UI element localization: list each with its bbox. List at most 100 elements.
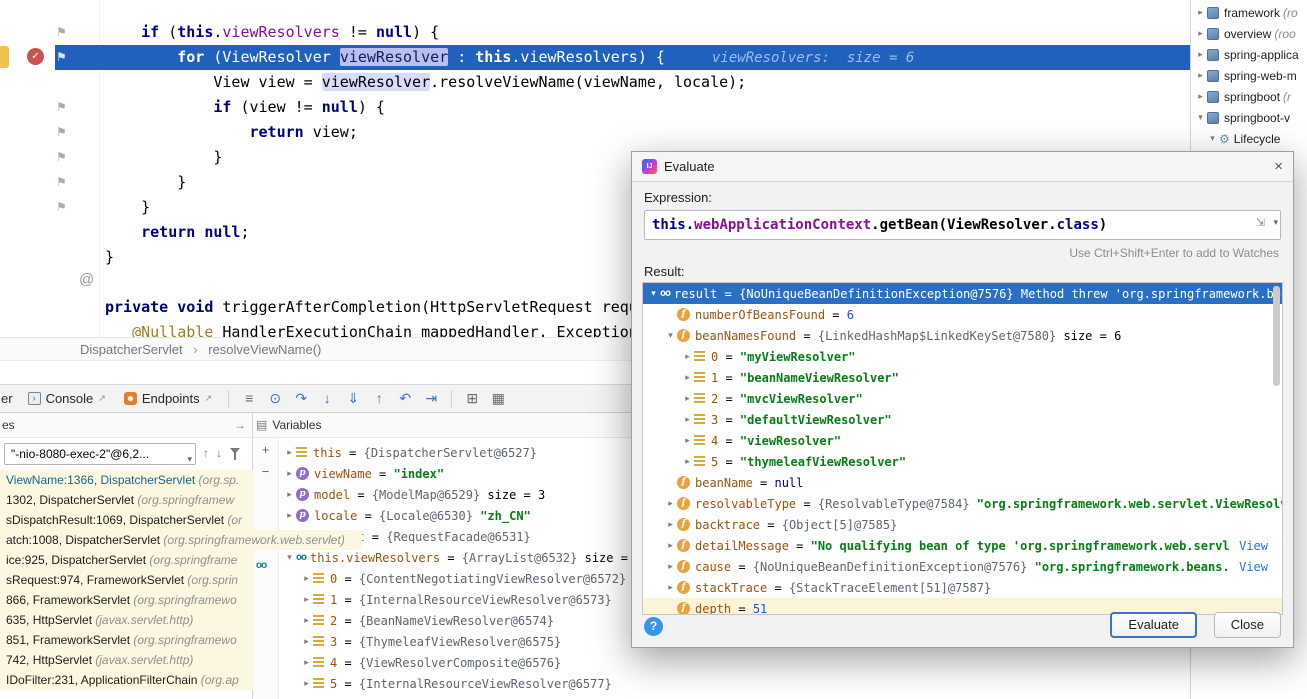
expand-chevron-icon[interactable]: ▸ — [681, 351, 694, 362]
run-to-cursor-icon[interactable]: ⇥ — [418, 390, 444, 407]
expand-chevron-icon[interactable]: ▸ — [1194, 28, 1207, 39]
stack-frame[interactable]: sDispatchResult:1069, DispatcherServlet … — [0, 510, 253, 530]
expand-chevron-icon[interactable]: ▾ — [647, 288, 660, 299]
result-tree-row[interactable]: fbeanName = null — [643, 472, 1282, 493]
maven-item[interactable]: ▸spring-web-m — [1191, 65, 1307, 86]
stack-frame[interactable]: ice:925, DispatcherServlet (org.springfr… — [0, 550, 253, 570]
expand-chevron-icon[interactable]: ▸ — [681, 372, 694, 383]
filter-frames-icon[interactable] — [229, 447, 241, 459]
expand-chevron-icon[interactable]: ▸ — [664, 540, 677, 551]
hide-panel-icon[interactable]: → — [234, 418, 246, 432]
close-icon[interactable]: × — [1274, 158, 1283, 175]
expand-chevron-icon[interactable]: ▸ — [664, 498, 677, 509]
layout-settings-icon[interactable]: ▦ — [485, 390, 511, 407]
expand-chevron-icon[interactable]: ▸ — [681, 435, 694, 446]
thread-dropdown[interactable]: "-nio-8080-exec-2"@6,2... ▾ — [4, 443, 196, 465]
previous-frame-icon[interactable]: ↑ — [203, 446, 209, 460]
expand-chevron-icon[interactable]: ▾ — [1194, 112, 1207, 123]
help-icon[interactable]: ? — [644, 617, 663, 636]
result-tree-row[interactable]: ▸fdetailMessage = "No qualifying bean of… — [643, 535, 1282, 556]
expand-chevron-icon[interactable]: ▸ — [681, 414, 694, 425]
expand-chevron-icon[interactable]: ▸ — [300, 594, 313, 605]
breakpoint-icon[interactable]: ✓ — [27, 48, 44, 65]
result-tree-row[interactable]: ▸fstackTrace = {StackTraceElement[51]@75… — [643, 577, 1282, 598]
show-execution-point-icon[interactable]: ⊙ — [262, 390, 288, 407]
result-tree-row[interactable]: ▾ooresult = {NoUniqueBeanDefinitionExcep… — [643, 283, 1282, 304]
step-out-icon[interactable]: ↑ — [366, 390, 392, 406]
expand-chevron-icon[interactable]: ▸ — [664, 582, 677, 593]
result-tree-row[interactable]: ▸fcause = {NoUniqueBeanDefinitionExcepti… — [643, 556, 1282, 577]
scrollbar[interactable] — [1273, 286, 1280, 386]
chevron-down-icon[interactable]: ▾ — [1273, 217, 1278, 228]
stack-frame[interactable]: 742, HttpServlet (javax.servlet.http) — [0, 650, 253, 670]
evaluate-button[interactable]: Evaluate — [1110, 612, 1197, 638]
expand-chevron-icon[interactable]: ▸ — [1194, 7, 1207, 18]
code-line[interactable]: return view; — [0, 120, 1190, 145]
bookmark-flag-icon[interactable]: ⚑ — [56, 99, 67, 115]
expand-chevron-icon[interactable]: ▸ — [664, 519, 677, 530]
maven-item[interactable]: ▾⚙Lifecycle — [1191, 128, 1307, 149]
result-tree-row[interactable]: fnumberOfBeansFound = 6 — [643, 304, 1282, 325]
bookmark-flag-icon[interactable]: ⚑ — [56, 199, 67, 215]
tab-debugger-cut[interactable]: er — [1, 391, 13, 406]
tab-console[interactable]: › Console ↗ — [19, 385, 115, 412]
dialog-titlebar[interactable]: IJ Evaluate × — [632, 152, 1293, 182]
code-line[interactable]: if (this.viewResolvers != null) { — [0, 20, 1190, 45]
code-line[interactable]: if (view != null) { — [0, 95, 1190, 120]
bookmark-flag-icon[interactable]: ⚑ — [56, 174, 67, 190]
expand-chevron-icon[interactable]: ▸ — [283, 447, 296, 458]
maven-item[interactable]: ▸springboot(r — [1191, 86, 1307, 107]
expand-chevron-icon[interactable]: ▸ — [681, 393, 694, 404]
expand-chevron-icon[interactable]: ▸ — [300, 657, 313, 668]
close-button[interactable]: Close — [1214, 612, 1281, 638]
expand-chevron-icon[interactable]: ▸ — [664, 561, 677, 572]
tab-endpoints[interactable]: Endpoints ↗ — [115, 385, 221, 412]
stack-frame[interactable]: 866, FrameworkServlet (org.springframewo — [0, 590, 253, 610]
expand-chevron-icon[interactable]: ▸ — [300, 615, 313, 626]
result-tree-row[interactable]: ▸4 = "viewResolver" — [643, 430, 1282, 451]
expand-chevron-icon[interactable]: ▸ — [300, 678, 313, 689]
view-options-icon[interactable]: ≡ — [236, 390, 262, 406]
result-tree-row[interactable]: ▸3 = "defaultViewResolver" — [643, 409, 1282, 430]
breadcrumb-item-class[interactable]: DispatcherServlet — [80, 342, 183, 357]
stack-frame[interactable]: IDoFilter:231, ApplicationFilterChain (o… — [0, 670, 253, 690]
view-link[interactable]: View — [1229, 560, 1282, 574]
expression-input[interactable]: this.webApplicationContext.getBean(ViewR… — [644, 210, 1281, 240]
stack-frame[interactable]: 635, HttpServlet (javax.servlet.http) — [0, 610, 253, 630]
expand-chevron-icon[interactable]: ▾ — [1206, 133, 1219, 144]
maven-item[interactable]: ▸framework(ro — [1191, 2, 1307, 23]
breadcrumb-item-method[interactable]: resolveViewName() — [208, 342, 321, 357]
expand-chevron-icon[interactable]: ▸ — [1194, 70, 1207, 81]
execution-bookmark-icon[interactable]: ⚑ — [56, 49, 67, 65]
view-as-table-icon[interactable]: ⊞ — [459, 390, 485, 407]
expand-chevron-icon[interactable]: ▾ — [283, 552, 296, 563]
bookmark-flag-icon[interactable]: ⚑ — [56, 124, 67, 140]
bookmark-flag-icon[interactable]: ⚑ — [56, 149, 67, 165]
expand-chevron-icon[interactable]: ▸ — [681, 456, 694, 467]
variable-row[interactable]: ▸5 = {InternalResourceViewResolver@6577} — [279, 673, 1190, 694]
result-tree-row[interactable]: ▸fresolvableType = {ResolvableType@7584}… — [643, 493, 1282, 514]
step-into-icon[interactable]: ↓ — [314, 390, 340, 406]
expand-chevron-icon[interactable]: ▸ — [283, 489, 296, 500]
expand-chevron-icon[interactable]: ▸ — [283, 468, 296, 479]
stack-frame[interactable]: ViewName:1366, DispatcherServlet (org.sp… — [0, 470, 253, 490]
execution-line[interactable]: for (ViewResolver viewResolver : this.vi… — [55, 45, 1190, 70]
drop-frame-icon[interactable]: ↶ — [392, 390, 418, 407]
result-tree-row[interactable]: ▸5 = "thymeleafViewResolver" — [643, 451, 1282, 472]
force-step-into-icon[interactable]: ⇓ — [340, 390, 366, 407]
expand-chevron-icon[interactable]: ▸ — [1194, 91, 1207, 102]
stack-frame[interactable]: 851, FrameworkServlet (org.springframewo — [0, 630, 253, 650]
add-watch-button[interactable]: + — [253, 442, 278, 457]
expand-editor-icon[interactable]: ⇲ — [1256, 216, 1265, 229]
result-tree-row[interactable]: ▸1 = "beanNameViewResolver" — [643, 367, 1282, 388]
remove-watch-button[interactable]: − — [253, 464, 278, 479]
result-tree-row[interactable]: ▸2 = "mvcViewResolver" — [643, 388, 1282, 409]
expand-chevron-icon[interactable]: ▾ — [664, 330, 677, 341]
stack-frame[interactable]: 1302, DispatcherServlet (org.springframe… — [0, 490, 253, 510]
maven-item[interactable]: ▾springboot-v — [1191, 107, 1307, 128]
stack-frame[interactable]: atch:1008, DispatcherServlet (org.spring… — [0, 530, 362, 550]
stack-frame[interactable]: sRequest:974, FrameworkServlet (org.spri… — [0, 570, 253, 590]
variable-row[interactable]: ▸4 = {ViewResolverComposite@6576} — [279, 652, 1190, 673]
expand-chevron-icon[interactable]: ▸ — [1194, 49, 1207, 60]
result-tree-row[interactable]: ▸0 = "myViewResolver" — [643, 346, 1282, 367]
